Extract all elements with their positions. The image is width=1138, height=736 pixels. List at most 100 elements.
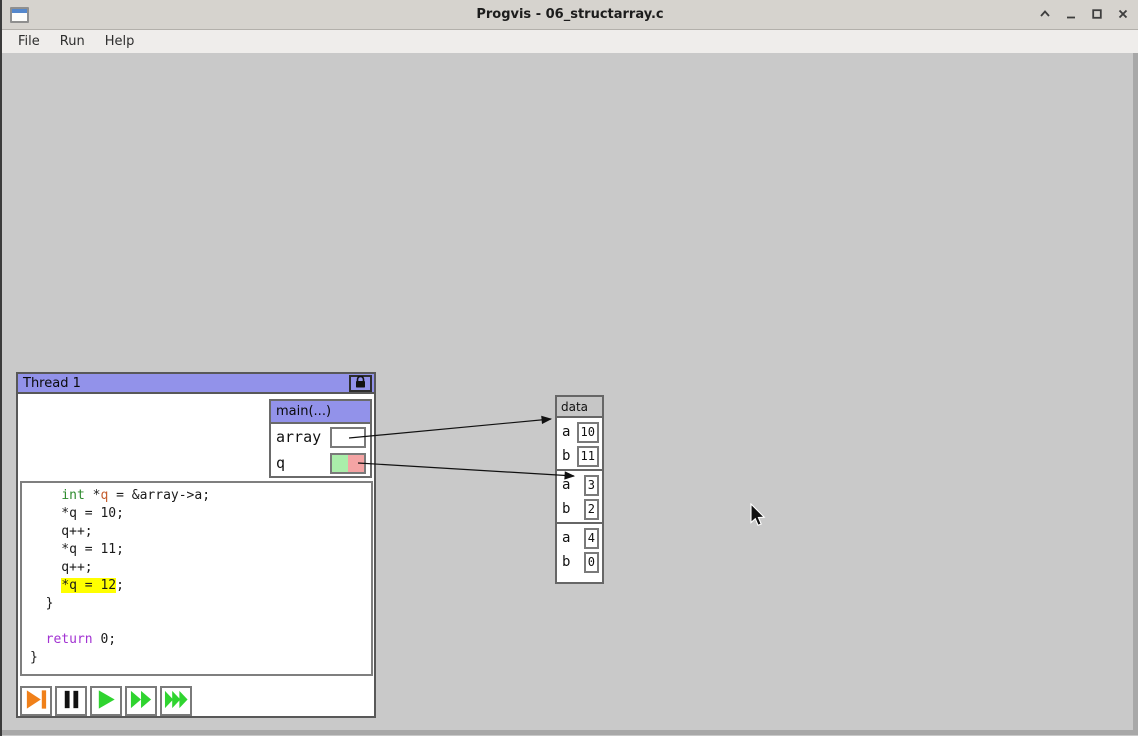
code-token: }: [30, 650, 38, 665]
code-line: *q = 12;: [30, 577, 371, 595]
pointer-arrow-array: [349, 419, 551, 438]
struct-element-1: a3b2: [557, 471, 602, 524]
close-icon: [1117, 8, 1129, 23]
field-name: b: [562, 448, 577, 464]
pause-button[interactable]: [55, 686, 87, 716]
code-token: [30, 488, 61, 503]
code-token: q++;: [30, 524, 93, 539]
variable-row-q: q: [271, 450, 370, 476]
field-value: 3: [584, 475, 599, 496]
code-token: [30, 578, 61, 593]
field-name: b: [562, 501, 584, 517]
triple-forward-icon: [164, 687, 189, 715]
field-name: a: [562, 477, 584, 493]
field-name: a: [562, 424, 577, 440]
chevron-up-icon: [1039, 8, 1051, 23]
pointer-swatch: [348, 429, 364, 446]
field-value: 11: [577, 446, 599, 467]
thread-panel-body: main(...) array q int *q = &array->a; *q …: [18, 394, 374, 716]
titlebar[interactable]: Progvis - 06_structarray.c: [2, 0, 1138, 30]
execution-controls: [20, 686, 192, 716]
field-row: a3: [557, 473, 602, 497]
variable-name: array: [276, 428, 330, 446]
array-pointer-box: [330, 427, 366, 448]
heap-object-body: a10b11a3b2a4b0: [557, 418, 602, 575]
code-token: ;: [116, 578, 124, 593]
shade-button[interactable]: [1036, 6, 1054, 24]
window-controls: [1036, 0, 1132, 30]
code-token: [30, 632, 46, 647]
code-line: int *q = &array->a;: [30, 487, 371, 505]
menu-run[interactable]: Run: [50, 32, 95, 51]
pointer-swatch: [348, 455, 364, 472]
menubar: FileRunHelp: [2, 30, 1138, 53]
padlock-icon: [355, 376, 366, 391]
stack-frame-variables: array q: [271, 424, 370, 476]
code-line: q++;: [30, 559, 371, 577]
field-name: a: [562, 530, 584, 546]
minimize-icon: [1065, 8, 1077, 23]
progvis-window: Progvis - 06_structarray.c FileRunHelp T…: [0, 0, 1138, 736]
step-button[interactable]: [20, 686, 52, 716]
thread-panel: Thread 1 main(...) arrayq int *q = &ar: [16, 372, 376, 718]
highlighted-statement: *q = 12: [61, 578, 116, 593]
variable-row-array: array: [271, 424, 370, 450]
window-title: Progvis - 06_structarray.c: [2, 7, 1138, 22]
minimize-button[interactable]: [1062, 6, 1080, 24]
field-row: b0: [557, 550, 602, 574]
code-token: return: [46, 632, 93, 647]
close-button[interactable]: [1114, 6, 1132, 24]
code-line: [30, 613, 371, 631]
code-token: = &array->a;: [108, 488, 210, 503]
variable-name: q: [276, 454, 330, 472]
field-value: 0: [584, 552, 599, 573]
code-line: return 0;: [30, 631, 371, 649]
heap-object-data: data a10b11a3b2a4b0: [555, 395, 604, 584]
code-token: int: [61, 488, 84, 503]
menu-help[interactable]: Help: [95, 32, 145, 51]
fast-forward-icon: [129, 687, 154, 715]
code-line: }: [30, 595, 371, 613]
field-row: a4: [557, 526, 602, 550]
code-token: *: [85, 488, 101, 503]
code-line: q++;: [30, 523, 371, 541]
code-token: }: [30, 596, 53, 611]
run-fast-button[interactable]: [125, 686, 157, 716]
workspace-canvas: Thread 1 main(...) arrayq int *q = &ar: [2, 53, 1138, 735]
stack-frame-main: main(...) array q: [269, 399, 372, 478]
field-row: b2: [557, 497, 602, 521]
pointer-swatch: [332, 455, 348, 472]
maximize-button[interactable]: [1088, 6, 1106, 24]
pointer-swatch: [332, 429, 348, 446]
field-row: b11: [557, 444, 602, 468]
run-button[interactable]: [90, 686, 122, 716]
code-line: *q = 11;: [30, 541, 371, 559]
field-row: a10: [557, 420, 602, 444]
code-line: }: [30, 649, 371, 667]
code-token: q++;: [30, 560, 93, 575]
play-icon: [94, 687, 119, 715]
field-value: 10: [577, 422, 599, 443]
mouse-cursor: [750, 503, 772, 529]
thread-title: Thread 1: [23, 376, 81, 391]
heap-object-title: data: [557, 397, 602, 418]
maximize-icon: [1091, 8, 1103, 23]
pointer-arrow-q: [358, 463, 574, 476]
thread-panel-titlebar[interactable]: Thread 1: [18, 374, 374, 394]
source-code-view: int *q = &array->a; *q = 10; q++; *q = 1…: [20, 481, 373, 676]
run-very-fast-button[interactable]: [160, 686, 192, 716]
menu-file[interactable]: File: [8, 32, 50, 51]
field-value: 2: [584, 499, 599, 520]
code-token: *q = 10;: [30, 506, 124, 521]
pause-icon: [59, 687, 84, 715]
struct-element-2: a4b0: [557, 524, 602, 575]
struct-element-0: a10b11: [557, 418, 602, 471]
field-value: 4: [584, 528, 599, 549]
field-name: b: [562, 554, 584, 570]
stack-frame-title: main(...): [271, 401, 370, 424]
code-token: 0;: [93, 632, 116, 647]
code-token: *q = 11;: [30, 542, 124, 557]
step-icon: [24, 687, 49, 715]
code-line: *q = 10;: [30, 505, 371, 523]
lock-button[interactable]: [349, 375, 372, 392]
